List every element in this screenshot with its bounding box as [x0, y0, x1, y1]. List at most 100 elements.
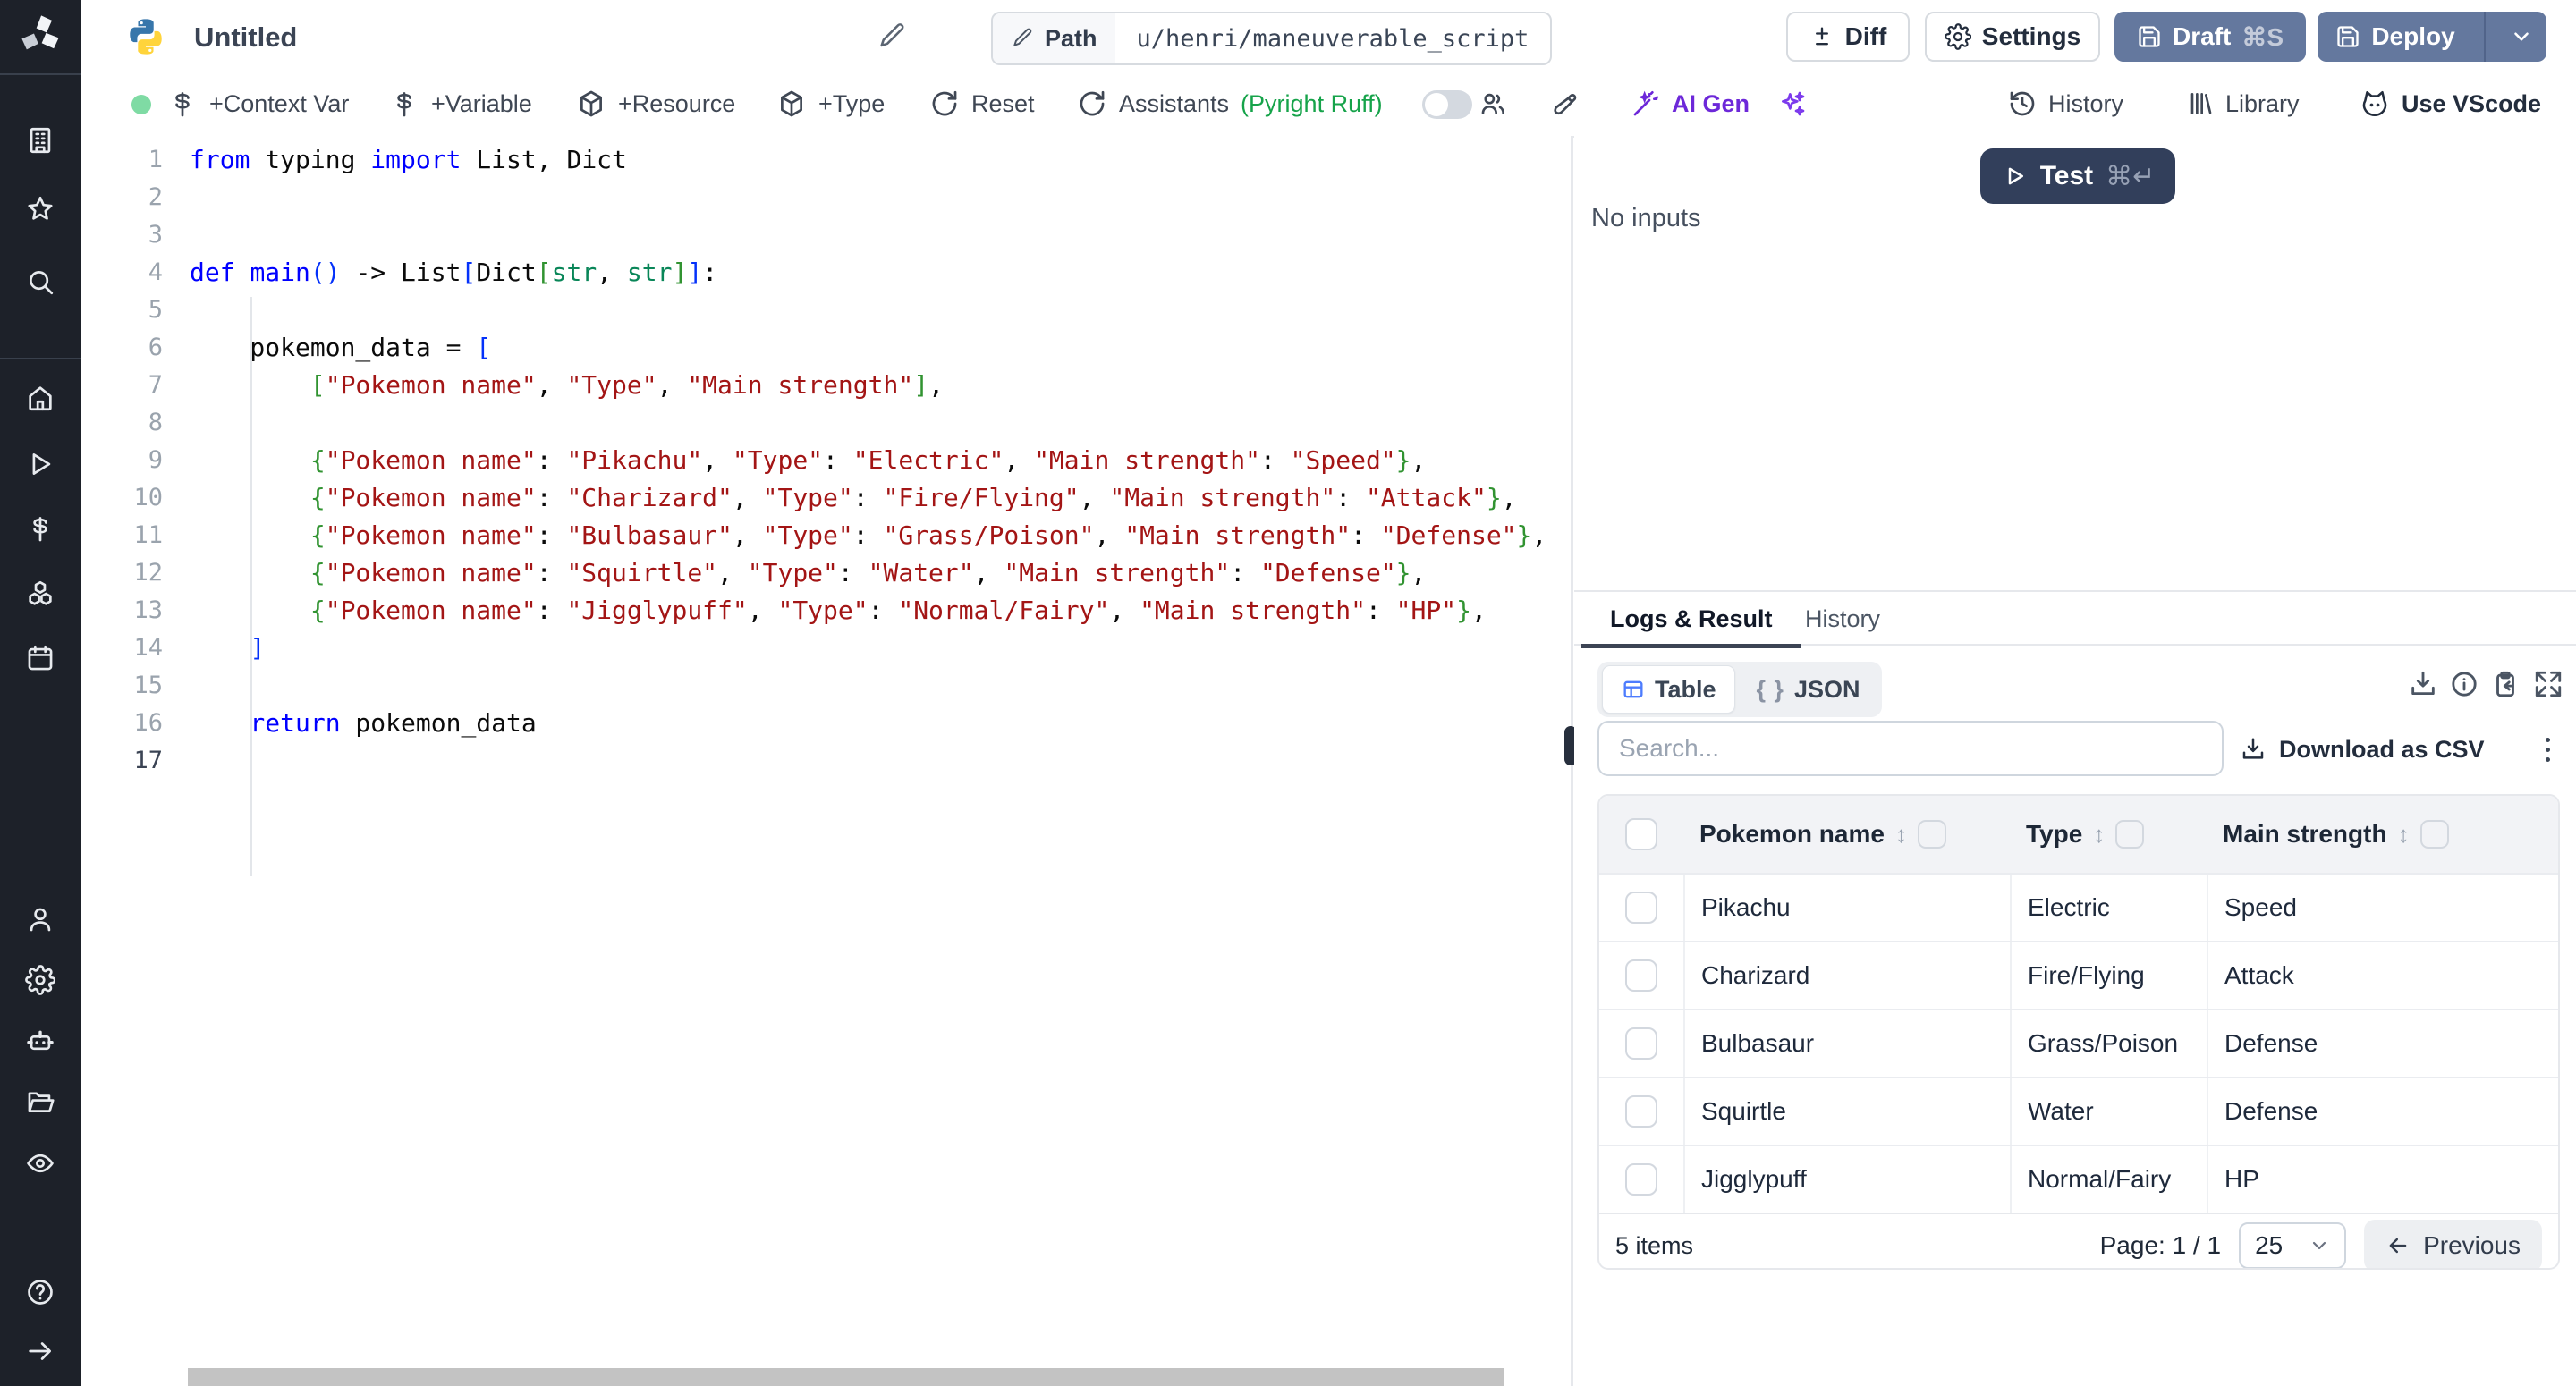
- history-clock-icon: [2008, 89, 2037, 118]
- row-checkbox[interactable]: [1625, 1095, 1657, 1128]
- code-line: {"Pokemon name": "Squirtle", "Type": "Wa…: [190, 554, 1571, 592]
- sidebar-item-star-icon[interactable]: [0, 194, 80, 224]
- sidebar-item-help-icon[interactable]: [0, 1277, 80, 1307]
- table-row[interactable]: BulbasaurGrass/PoisonDefense: [1599, 1009, 2558, 1077]
- table-menu-kebab-icon[interactable]: [2529, 730, 2565, 769]
- line-number: 13: [80, 592, 186, 630]
- collaborators-icon[interactable]: [1478, 73, 1506, 134]
- sparkles-icon[interactable]: [1778, 73, 1807, 134]
- code-content[interactable]: from typing import List, Dictdef main() …: [190, 141, 1571, 780]
- page-indicator: Page: 1 / 1: [2100, 1231, 2221, 1260]
- sidebar-item-arrow-right-icon[interactable]: [0, 1336, 80, 1366]
- tab-logs-and-result[interactable]: Logs & Result: [1581, 594, 1801, 648]
- toolbar-item--resource[interactable]: +Resource: [576, 73, 735, 134]
- deploy-button[interactable]: Deploy: [2318, 12, 2546, 62]
- table-row[interactable]: PikachuElectricSpeed: [1599, 873, 2558, 941]
- sidebar-item-gear-icon[interactable]: [0, 965, 80, 995]
- left-sidebar: [0, 0, 80, 1386]
- sidebar-item-robot-icon[interactable]: [0, 1027, 80, 1057]
- info-icon[interactable]: [2449, 669, 2479, 699]
- path-field[interactable]: Path u/henri/maneuverable_script: [991, 12, 1552, 65]
- view-switcher: Table { } JSON: [1597, 662, 1882, 717]
- result-tabs: Logs & Result History: [1574, 594, 2576, 646]
- test-run-button[interactable]: Test ⌘↵: [1980, 148, 2175, 204]
- sort-icon[interactable]: ↕: [2398, 821, 2410, 849]
- table-row[interactable]: CharizardFire/FlyingAttack: [1599, 941, 2558, 1009]
- view-table-option[interactable]: Table: [1602, 665, 1735, 714]
- edit-title-pencil-icon[interactable]: [877, 21, 907, 52]
- previous-page-button[interactable]: Previous: [2364, 1220, 2542, 1270]
- windmill-logo-icon[interactable]: [0, 11, 80, 57]
- sidebar-item-play-icon[interactable]: [0, 449, 80, 479]
- select-all-checkbox[interactable]: [1625, 818, 1657, 850]
- code-line: ]: [190, 630, 1571, 667]
- toolbar-item--context-var[interactable]: +Context Var: [167, 73, 349, 134]
- table-row[interactable]: SquirtleWaterDefense: [1599, 1077, 2558, 1145]
- history-button[interactable]: History: [2008, 73, 2123, 134]
- toolbar-item--variable[interactable]: +Variable: [389, 73, 532, 134]
- view-json-option[interactable]: { } JSON: [1739, 666, 1878, 713]
- ai-gen-button[interactable]: AI Gen: [1631, 73, 1750, 134]
- sidebar-item-home-icon[interactable]: [0, 383, 80, 413]
- column-toggle-checkbox[interactable]: [2420, 820, 2449, 849]
- column-header-pokemon-name: Pokemon name↕: [1683, 820, 2010, 849]
- line-number: 6: [80, 329, 186, 367]
- sort-icon[interactable]: ↕: [2093, 821, 2105, 849]
- horizontal-scrollbar[interactable]: [188, 1368, 1504, 1386]
- sidebar-item-building-icon[interactable]: [0, 125, 80, 156]
- play-icon: [2001, 163, 2028, 190]
- library-button[interactable]: Library: [2185, 73, 2300, 134]
- page-size-select[interactable]: 25: [2239, 1222, 2346, 1269]
- download-as-csv-button[interactable]: Download as CSV: [2240, 724, 2485, 774]
- path-label-section: Path: [993, 13, 1115, 63]
- column-toggle-checkbox[interactable]: [2115, 820, 2144, 849]
- sidebar-item-calendar-icon[interactable]: [0, 643, 80, 673]
- save-icon: [2137, 24, 2162, 49]
- toolbar-item-assistants[interactable]: Assistants(Pyright Ruff): [1077, 73, 1383, 134]
- sidebar-item-user-icon[interactable]: [0, 904, 80, 934]
- code-editor[interactable]: 1234567891011121314151617 from typing im…: [80, 136, 1571, 1386]
- cell: Fire/Flying: [2010, 942, 2207, 1009]
- download-result-icon[interactable]: [2408, 669, 2438, 699]
- deploy-dropdown-button[interactable]: [2496, 25, 2546, 48]
- sidebar-item-folder-icon[interactable]: [0, 1086, 80, 1117]
- column-toggle-checkbox[interactable]: [1918, 820, 1946, 849]
- sort-icon[interactable]: ↕: [1895, 821, 1907, 849]
- row-checkbox[interactable]: [1625, 1163, 1657, 1196]
- table-row[interactable]: JigglypuffNormal/FairyHP: [1599, 1145, 2558, 1213]
- toolbar-item-reset[interactable]: Reset: [929, 73, 1035, 134]
- code-line: pokemon_data = [: [190, 329, 1571, 367]
- line-number: 11: [80, 517, 186, 554]
- sidebar-item-cubes-icon[interactable]: [0, 579, 80, 609]
- row-checkbox[interactable]: [1625, 959, 1657, 992]
- assistant-toggle[interactable]: [1422, 90, 1472, 119]
- draft-button[interactable]: Draft ⌘S: [2114, 12, 2306, 62]
- no-inputs-text: No inputs: [1591, 204, 1701, 233]
- save-icon: [2335, 24, 2360, 49]
- copy-to-clipboard-icon[interactable]: [2490, 669, 2521, 699]
- code-line: {"Pokemon name": "Jigglypuff", "Type": "…: [190, 592, 1571, 630]
- code-line: [190, 667, 1571, 705]
- path-value[interactable]: u/henri/maneuverable_script: [1115, 13, 1551, 63]
- table-footer: 5 items Page: 1 / 1 25 Previous: [1599, 1213, 2558, 1270]
- use-vscode-button[interactable]: Use VScode: [2360, 73, 2541, 134]
- cell: Electric: [2010, 875, 2207, 941]
- format-brush-icon[interactable]: [1551, 73, 1580, 134]
- sidebar-item-search-icon[interactable]: [0, 266, 80, 297]
- tab-history[interactable]: History: [1798, 594, 1887, 644]
- code-line: {"Pokemon name": "Charizard", "Type": "F…: [190, 479, 1571, 517]
- row-checkbox[interactable]: [1625, 892, 1657, 924]
- braces-icon: { }: [1757, 676, 1785, 704]
- line-number-gutter: 1234567891011121314151617: [80, 141, 186, 780]
- settings-button[interactable]: Settings: [1925, 12, 2100, 62]
- row-checkbox[interactable]: [1625, 1027, 1657, 1060]
- line-number: 7: [80, 367, 186, 404]
- chevron-down-icon: [2510, 25, 2533, 48]
- sidebar-item-dollar-icon[interactable]: [0, 513, 80, 544]
- table-search-input[interactable]: Search...: [1597, 721, 2224, 776]
- expand-icon[interactable]: [2533, 669, 2563, 699]
- sidebar-item-eye-icon[interactable]: [0, 1148, 80, 1179]
- toolbar-item--type[interactable]: +Type: [776, 73, 885, 134]
- cell: Defense: [2207, 1078, 2555, 1145]
- diff-button[interactable]: Diff: [1786, 12, 1910, 62]
